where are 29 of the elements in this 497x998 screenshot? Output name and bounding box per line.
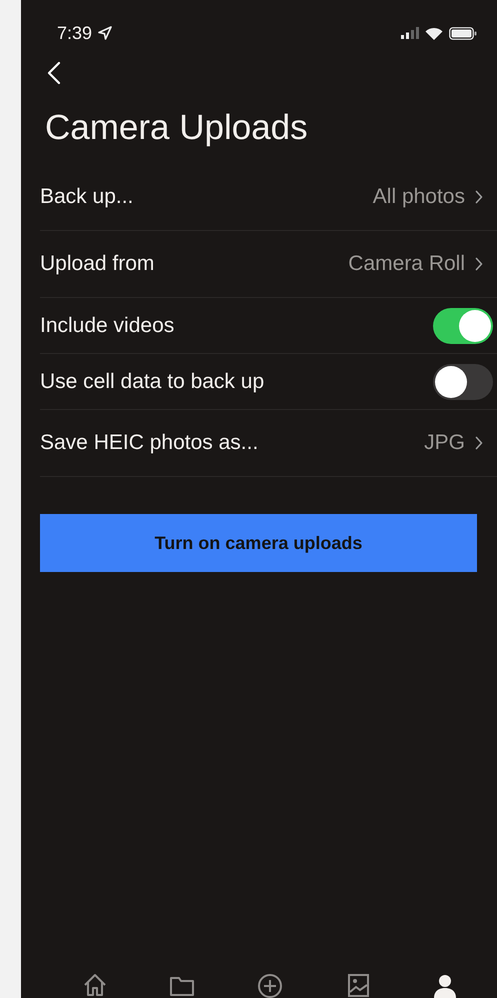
settings-row[interactable]: Back up... All photos: [40, 164, 497, 231]
toggle-switch[interactable]: [433, 364, 493, 400]
back-icon[interactable]: [47, 61, 61, 85]
setting-label: Include videos: [40, 314, 176, 338]
setting-label: Use cell data to back up: [40, 370, 266, 394]
settings-row[interactable]: Save HEIC photos as... JPG: [40, 410, 497, 477]
location-arrow-icon: [98, 26, 112, 40]
settings-row[interactable]: Include videos: [40, 298, 497, 354]
setting-label: Save HEIC photos as...: [40, 431, 260, 455]
signal-icon: [401, 27, 419, 39]
add-icon[interactable]: [256, 972, 283, 998]
turn-on-button[interactable]: Turn on camera uploads: [40, 514, 477, 572]
wifi-icon: [425, 26, 443, 40]
settings-row[interactable]: Use cell data to back up: [40, 354, 497, 410]
settings-row[interactable]: Upload from Camera Roll: [40, 231, 497, 298]
chevron-icon: [475, 436, 483, 450]
setting-value: JPG: [424, 431, 465, 455]
setting-value: Camera Roll: [348, 252, 465, 276]
battery-icon: [449, 26, 477, 40]
setting-label: Back up...: [40, 185, 134, 209]
setting-value: All photos: [372, 185, 465, 209]
toggle-switch[interactable]: [433, 308, 493, 344]
page-title: Camera Uploads: [44, 107, 309, 149]
status-time: 7:39: [57, 22, 92, 44]
home-icon[interactable]: [82, 972, 108, 998]
person-icon[interactable]: [432, 972, 458, 998]
setting-label: Upload from: [40, 252, 156, 276]
chevron-icon: [475, 190, 483, 204]
chevron-icon: [475, 257, 483, 271]
